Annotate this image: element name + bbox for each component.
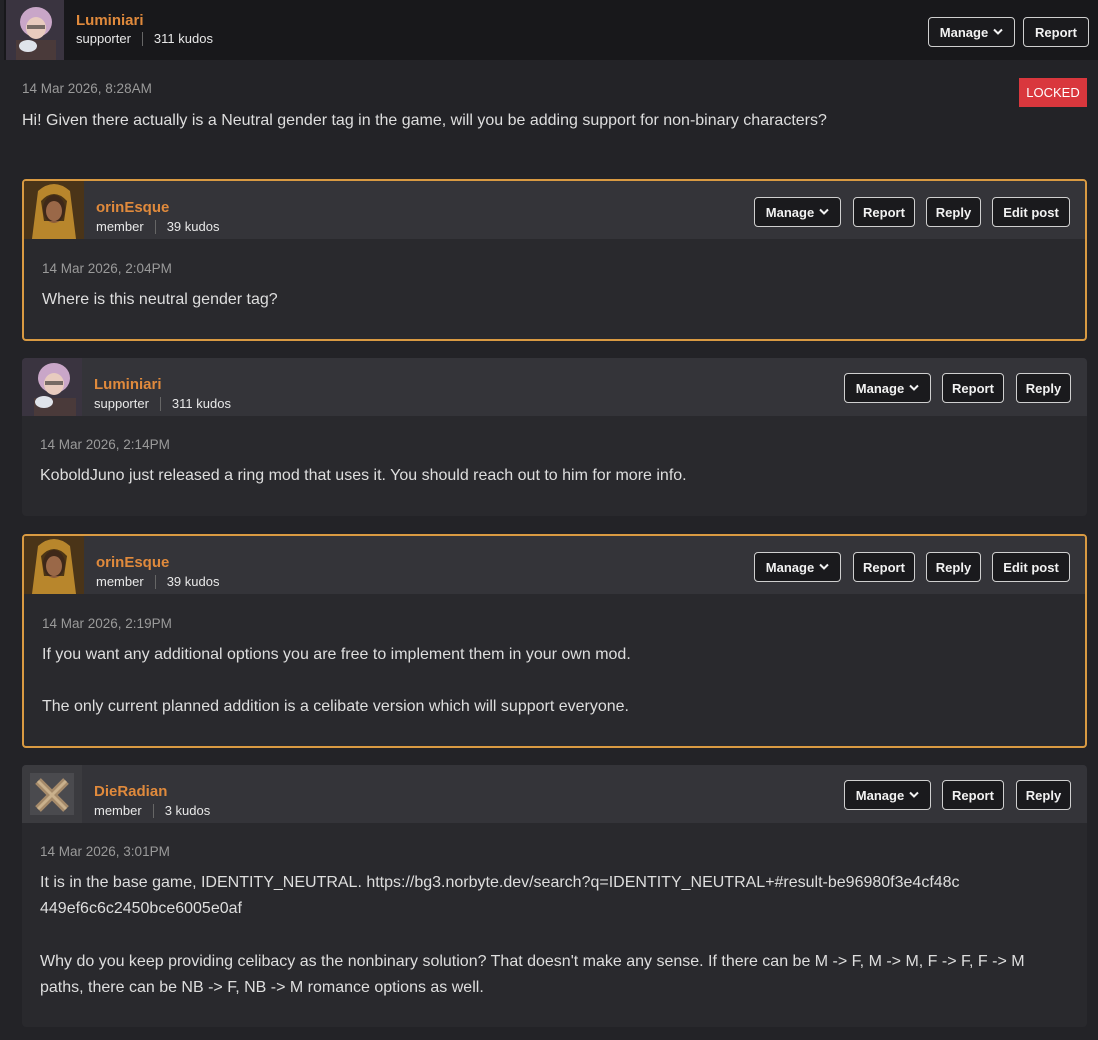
divider [154,574,156,589]
edit-post-label: Edit post [1003,204,1059,220]
locked-badge: LOCKED [1019,78,1087,107]
reply-card: orinEsque member 39 kudos Manage Report … [22,534,1087,748]
divider [154,219,156,234]
author-role: member [96,574,144,589]
chevron-down-icon [909,384,919,391]
avatar[interactable] [6,0,64,60]
chevron-down-icon [909,791,919,798]
reply-body: The only current planned addition is a c… [42,698,629,715]
reply-timestamp: 14 Mar 2026, 2:14PM [40,437,170,452]
chevron-down-icon [819,208,829,215]
manage-button[interactable]: Manage [754,197,841,227]
top-post-header: Luminiari supporter 311 kudos Manage Rep… [4,0,1098,60]
author-role: supporter [76,31,131,46]
report-button[interactable]: Report [853,552,915,582]
reply-timestamp: 14 Mar 2026, 2:19PM [42,616,172,631]
author-kudos: 39 kudos [166,219,220,234]
divider [152,803,154,818]
author-kudos: 3 kudos [164,803,211,818]
avatar[interactable] [24,536,84,594]
author-meta: member 39 kudos [96,219,219,234]
report-button[interactable]: Report [942,373,1004,403]
report-label: Report [863,559,905,575]
edit-post-label: Edit post [1003,559,1059,575]
author-meta: member 3 kudos [94,803,210,818]
author-meta: member 39 kudos [96,574,219,589]
manage-button[interactable]: Manage [754,552,841,582]
reply-button[interactable]: Reply [926,197,981,227]
post-timestamp: 14 Mar 2026, 8:28AM [22,81,152,96]
author-meta: supporter 311 kudos [76,31,213,46]
reply-timestamp: 14 Mar 2026, 3:01PM [40,844,170,859]
reply-body: If you want any additional options you a… [42,646,631,663]
author-kudos: 311 kudos [171,396,231,411]
manage-label: Manage [765,204,815,220]
divider [141,31,143,46]
author-meta: supporter 311 kudos [94,396,231,411]
reply-button[interactable]: Reply [1016,373,1071,403]
manage-label: Manage [855,380,905,396]
manage-label: Manage [939,24,989,40]
reply-card: orinEsque member 39 kudos Manage Report … [22,179,1087,341]
chevron-down-icon [819,563,829,570]
reply-body: It is in the base game, IDENTITY_NEUTRAL… [40,874,960,917]
reply-timestamp: 14 Mar 2026, 2:04PM [42,261,172,276]
divider [159,396,161,411]
author-role: supporter [94,396,149,411]
reply-label: Reply [935,559,972,575]
author-role: member [94,803,142,818]
reply-body: Where is this neutral gender tag? [42,291,278,308]
chevron-down-icon [993,28,1003,35]
reply-body: Why do you keep providing celibacy as th… [40,953,1025,996]
report-button[interactable]: Report [1023,17,1089,47]
reply-card: Luminiari supporter 311 kudos Manage Rep… [22,358,1087,516]
author-kudos: 39 kudos [166,574,220,589]
author-kudos: 311 kudos [153,31,213,46]
reply-button[interactable]: Reply [926,552,981,582]
report-button[interactable]: Report [942,780,1004,810]
report-label: Report [1035,24,1077,40]
reply-label: Reply [1025,787,1062,803]
author-name[interactable]: orinEsque [96,199,169,216]
manage-label: Manage [765,559,815,575]
reply-label: Reply [1025,380,1062,396]
manage-button[interactable]: Manage [928,17,1015,47]
reply-label: Reply [935,204,972,220]
report-button[interactable]: Report [853,197,915,227]
avatar[interactable] [22,765,82,823]
edit-post-button[interactable]: Edit post [992,552,1070,582]
reply-card: DieRadian member 3 kudos Manage Report R… [22,765,1087,1027]
author-role: member [96,219,144,234]
manage-button[interactable]: Manage [844,780,931,810]
report-label: Report [952,787,994,803]
reply-button[interactable]: Reply [1016,780,1071,810]
edit-post-button[interactable]: Edit post [992,197,1070,227]
author-name[interactable]: Luminiari [76,12,144,29]
manage-button[interactable]: Manage [844,373,931,403]
author-name[interactable]: Luminiari [94,376,162,393]
reply-body: KoboldJuno just released a ring mod that… [40,467,687,484]
post-body: Hi! Given there actually is a Neutral ge… [22,112,827,129]
avatar[interactable] [24,181,84,239]
author-name[interactable]: DieRadian [94,783,167,800]
report-label: Report [863,204,905,220]
report-label: Report [952,380,994,396]
avatar[interactable] [22,358,82,416]
author-name[interactable]: orinEsque [96,554,169,571]
manage-label: Manage [855,787,905,803]
